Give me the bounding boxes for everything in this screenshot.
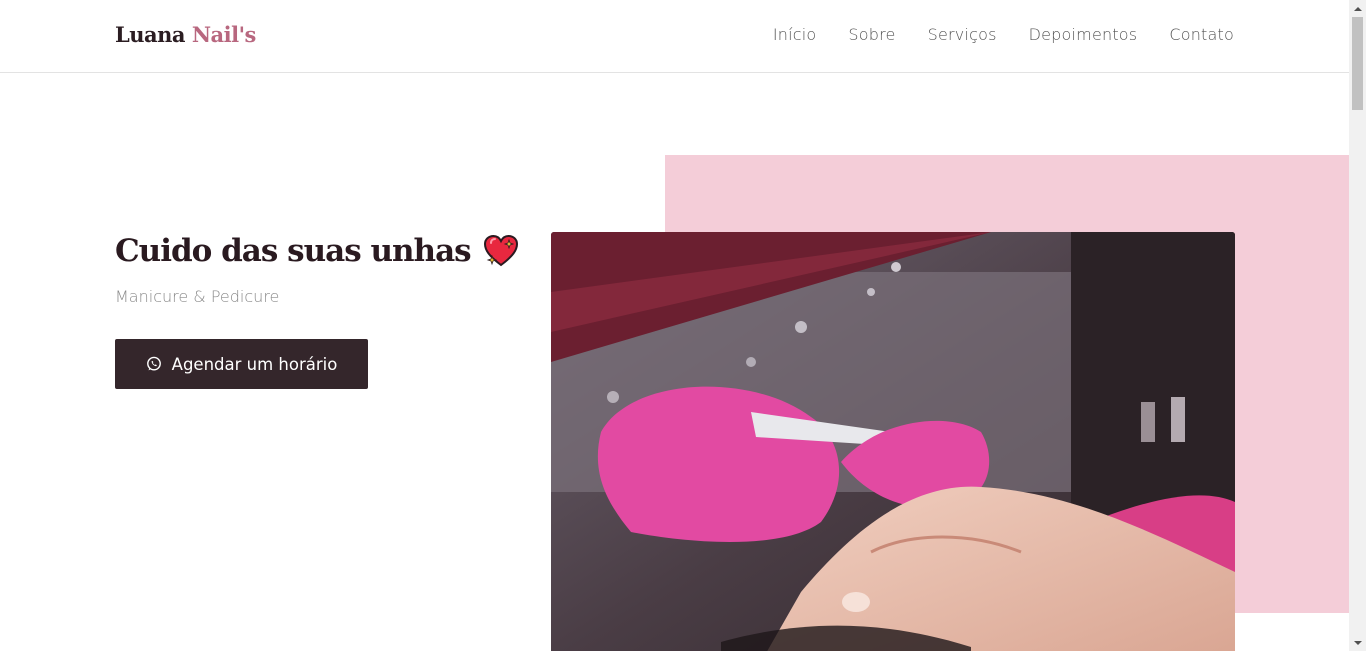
nav-link-depoimentos[interactable]: Depoimentos — [1029, 25, 1138, 44]
page-scrollbar[interactable] — [1349, 0, 1366, 651]
logo-accent: Nail's — [191, 22, 257, 47]
nav-link-contato[interactable]: Contato — [1169, 25, 1234, 44]
page: Luana Nail's Início Sobre Serviços Depoi… — [0, 0, 1349, 651]
main-nav: Início Sobre Serviços Depoimentos Contat… — [773, 25, 1234, 44]
nav-link-servicos[interactable]: Serviços — [928, 25, 997, 44]
scroll-up-arrow-icon[interactable] — [1349, 0, 1366, 17]
nav-link-sobre[interactable]: Sobre — [848, 25, 895, 44]
sparkling-heart-icon — [483, 234, 519, 268]
manicure-photo — [551, 232, 1235, 651]
hero-title: Cuido das suas unhas — [115, 233, 519, 269]
book-appointment-button[interactable]: Agendar um horário — [115, 339, 368, 389]
hero-title-text: Cuido das suas unhas — [115, 233, 472, 269]
nav-link-inicio[interactable]: Início — [773, 25, 817, 44]
hero-subtitle: Manicure & Pedicure — [115, 287, 280, 306]
site-header: Luana Nail's Início Sobre Serviços Depoi… — [0, 0, 1349, 73]
scrollbar-thumb[interactable] — [1352, 17, 1363, 110]
logo[interactable]: Luana Nail's — [115, 22, 256, 47]
book-appointment-label: Agendar um horário — [171, 354, 338, 374]
logo-name: Luana — [115, 22, 186, 47]
scroll-down-arrow-icon[interactable] — [1349, 634, 1366, 651]
whatsapp-icon — [146, 356, 162, 372]
